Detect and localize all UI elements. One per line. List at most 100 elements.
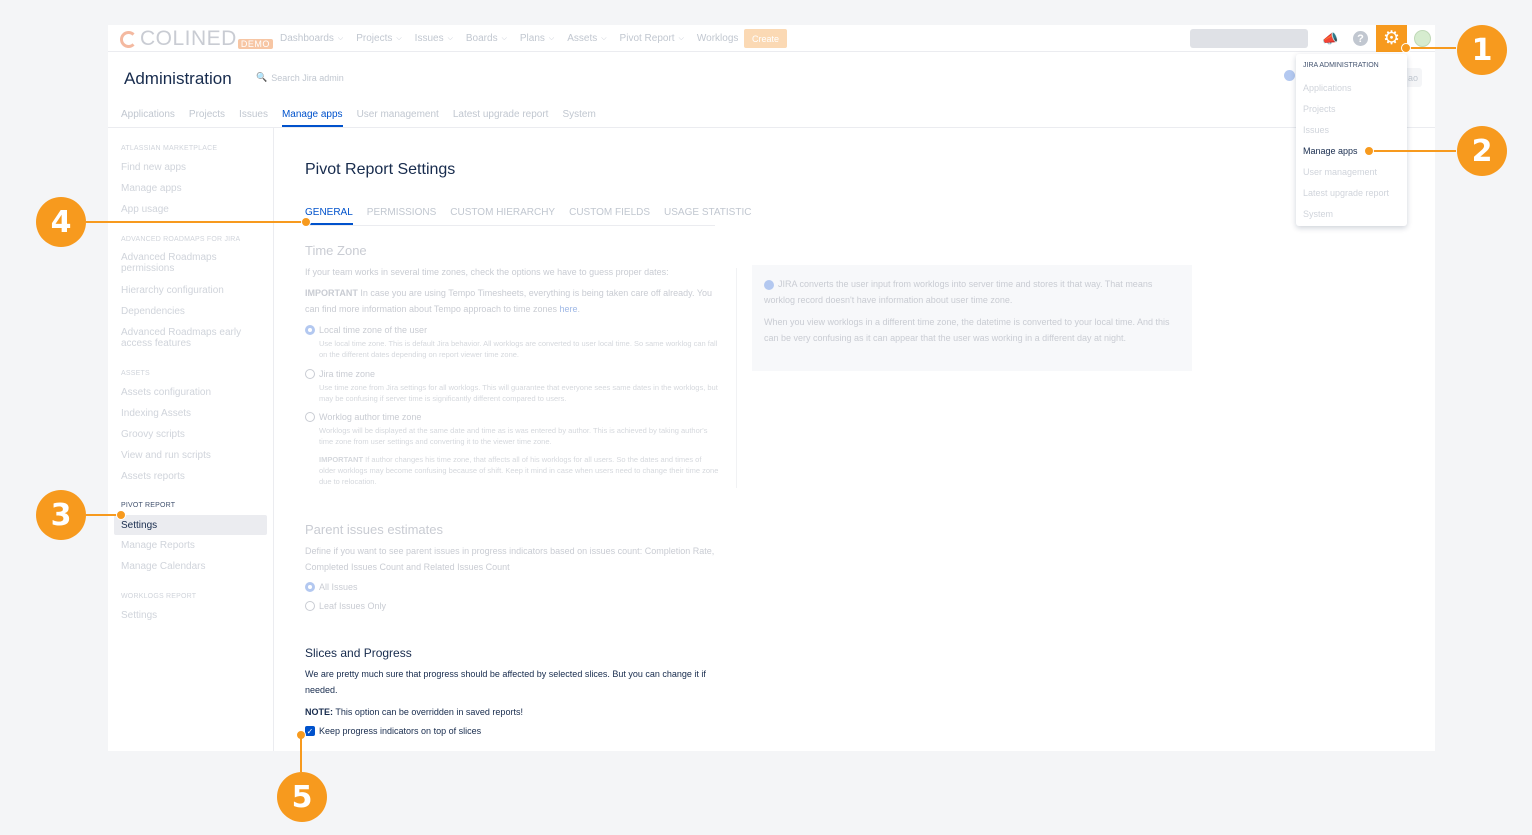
note-label: NOTE: xyxy=(305,707,333,717)
tab-general[interactable]: GENERAL xyxy=(305,207,353,225)
search-icon: 🔍 xyxy=(256,72,268,82)
chevron-down-icon: ⌵ xyxy=(337,34,344,42)
sidebar-item-manage-apps[interactable]: Manage apps xyxy=(121,183,261,194)
dropdown-item-applications[interactable]: Applications xyxy=(1303,83,1352,93)
tab-system[interactable]: System xyxy=(562,109,595,127)
admin-dropdown-menu: JIRA ADMINISTRATION Applications Project… xyxy=(1296,54,1407,226)
admin-tabs: Applications Projects Issues Manage apps… xyxy=(121,109,610,127)
logo-mark-icon xyxy=(120,31,137,48)
dropdown-item-latest-upgrade-report[interactable]: Latest upgrade report xyxy=(1303,188,1389,198)
sidebar-item-indexing-assets[interactable]: Indexing Assets xyxy=(121,408,261,419)
tab-latest-upgrade-report[interactable]: Latest upgrade report xyxy=(453,109,549,127)
avatar[interactable] xyxy=(1414,30,1431,47)
sidebar-item-groovy-scripts[interactable]: Groovy scripts xyxy=(121,429,261,440)
dropdown-item-issues[interactable]: Issues xyxy=(1303,125,1329,135)
nav-pivot-report[interactable]: Pivot Report ⌵ xyxy=(620,33,684,44)
checkbox-label: Keep progress indicators on top of slice… xyxy=(319,726,482,736)
callout-line xyxy=(1406,47,1456,49)
nav-menu: Dashboards ⌵ Projects ⌵ Issues ⌵ Boards ⌵ Pl… xyxy=(280,25,751,52)
radio-local-time-zone[interactable]: Local time zone of the user xyxy=(305,325,427,335)
sidebar-item-manage-calendars[interactable]: Manage Calendars xyxy=(121,561,261,572)
tab-projects[interactable]: Projects xyxy=(189,109,225,127)
nav-label: Projects xyxy=(356,33,393,44)
tab-usage-statistic[interactable]: USAGE STATISTIC xyxy=(664,207,751,225)
nav-dashboards[interactable]: Dashboards ⌵ xyxy=(280,33,343,44)
tab-custom-fields[interactable]: CUSTOM FIELDS xyxy=(569,207,650,225)
nav-projects[interactable]: Projects ⌵ xyxy=(356,33,401,44)
sidebar-item-worklogs-settings[interactable]: Settings xyxy=(121,610,261,621)
nav-label: Assets xyxy=(567,33,598,44)
callout-5: 5 xyxy=(277,772,327,822)
radio-worklog-author-time-zone[interactable]: Worklog author time zone xyxy=(305,412,421,422)
tab-user-management[interactable]: User management xyxy=(357,109,439,127)
radio-all-issues[interactable]: All Issues xyxy=(305,582,358,592)
info-text-1: JIRA converts the user input from worklo… xyxy=(764,279,1153,305)
sidebar-item-roadmaps-early-access[interactable]: Advanced Roadmaps early access features xyxy=(121,327,261,349)
help-icon[interactable]: ? xyxy=(1353,31,1368,46)
nav-label: Plans xyxy=(519,33,545,44)
chevron-down-icon: ⌵ xyxy=(548,34,555,42)
tempo-link[interactable]: here xyxy=(559,304,577,314)
sidebar-item-pivot-settings[interactable]: Settings xyxy=(114,515,267,535)
nav-worklogs[interactable]: Worklogs xyxy=(697,33,739,44)
dropdown-item-projects[interactable]: Projects xyxy=(1303,104,1336,114)
radio-selected-icon xyxy=(305,582,315,592)
sidebar-section-title: ATLASSIAN MARKETPLACE xyxy=(121,145,218,152)
sidebar-item-dependencies[interactable]: Dependencies xyxy=(121,306,261,317)
callout-3: 3 xyxy=(36,490,86,540)
admin-search-input[interactable]: 🔍 Search Jira admin xyxy=(256,72,344,83)
nav-label: Pivot Report xyxy=(619,33,675,44)
radio-label: Jira time zone xyxy=(319,369,376,379)
callout-4: 4 xyxy=(36,197,86,247)
dropdown-item-user-management[interactable]: User management xyxy=(1303,167,1377,177)
page-title-administration: Administration xyxy=(124,69,232,88)
create-button[interactable]: Create xyxy=(744,29,787,48)
callout-dot xyxy=(116,510,126,520)
radio-leaf-issues-only[interactable]: Leaf Issues Only xyxy=(305,601,386,611)
colined-logo[interactable]: COLINED DEMO xyxy=(120,27,273,51)
radio-important-note: IMPORTANT If author changes his time zon… xyxy=(319,454,719,487)
callout-line xyxy=(1370,150,1456,152)
info-paragraph: JIRA converts the user input from worklo… xyxy=(764,277,1180,308)
sidebar-item-view-and-run-scripts[interactable]: View and run scripts xyxy=(121,450,261,461)
sidebar-section-title: PIVOT REPORT xyxy=(121,502,176,509)
tab-custom-hierarchy[interactable]: CUSTOM HIERARCHY xyxy=(450,207,555,225)
sidebar-item-assets-reports[interactable]: Assets reports xyxy=(121,471,261,482)
tab-applications[interactable]: Applications xyxy=(121,109,175,127)
timezone-important: IMPORTANT In case you are using Tempo Ti… xyxy=(305,288,713,314)
note-text: This option can be overridden in saved r… xyxy=(333,707,523,717)
sidebar-item-assets-configuration[interactable]: Assets configuration xyxy=(121,387,261,398)
admin-search-placeholder: Search Jira admin xyxy=(271,72,344,83)
sidebar-item-manage-reports[interactable]: Manage Reports xyxy=(121,540,261,551)
divider xyxy=(305,225,715,226)
settings-tabs: GENERAL PERMISSIONS CUSTOM HIERARCHY CUS… xyxy=(305,207,765,225)
dropdown-item-manage-apps[interactable]: Manage apps xyxy=(1303,146,1358,156)
megaphone-icon[interactable]: 📣 xyxy=(1322,30,1339,47)
section-title-slices: Slices and Progress xyxy=(305,646,412,660)
nav-boards[interactable]: Boards ⌵ xyxy=(466,33,507,44)
gear-icon: ⚙ xyxy=(1382,28,1401,49)
slices-note: NOTE: This option can be overridden in s… xyxy=(305,704,725,720)
chevron-down-icon: ⌵ xyxy=(396,34,402,42)
radio-label: Local time zone of the user xyxy=(319,325,428,335)
nav-assets[interactable]: Assets ⌵ xyxy=(567,33,606,44)
keep-progress-checkbox[interactable]: ✓ Keep progress indicators on top of slic… xyxy=(305,726,481,736)
tab-issues[interactable]: Issues xyxy=(239,109,268,127)
radio-jira-time-zone[interactable]: Jira time zone xyxy=(305,369,375,379)
sidebar-item-hierarchy-configuration[interactable]: Hierarchy configuration xyxy=(121,285,261,296)
info-icon[interactable] xyxy=(1284,70,1295,81)
nav-plans[interactable]: Plans ⌵ xyxy=(520,33,554,44)
sidebar-section-title: ADVANCED ROADMAPS FOR JIRA xyxy=(121,236,241,243)
top-search-input[interactable] xyxy=(1190,29,1308,48)
info-panel: JIRA converts the user input from worklo… xyxy=(752,265,1192,371)
sidebar-item-roadmaps-permissions[interactable]: Advanced Roadmaps permissions xyxy=(121,252,261,274)
chevron-down-icon: ⌵ xyxy=(447,34,453,42)
sidebar-item-app-usage[interactable]: App usage xyxy=(121,204,261,215)
callout-1: 1 xyxy=(1457,25,1507,75)
tab-manage-apps[interactable]: Manage apps xyxy=(281,109,343,127)
tab-permissions[interactable]: PERMISSIONS xyxy=(367,207,436,225)
dropdown-item-system[interactable]: System xyxy=(1303,209,1333,219)
nav-issues[interactable]: Issues ⌵ xyxy=(415,33,453,44)
sidebar-item-find-new-apps[interactable]: Find new apps xyxy=(121,162,261,173)
callout-line xyxy=(86,221,304,223)
